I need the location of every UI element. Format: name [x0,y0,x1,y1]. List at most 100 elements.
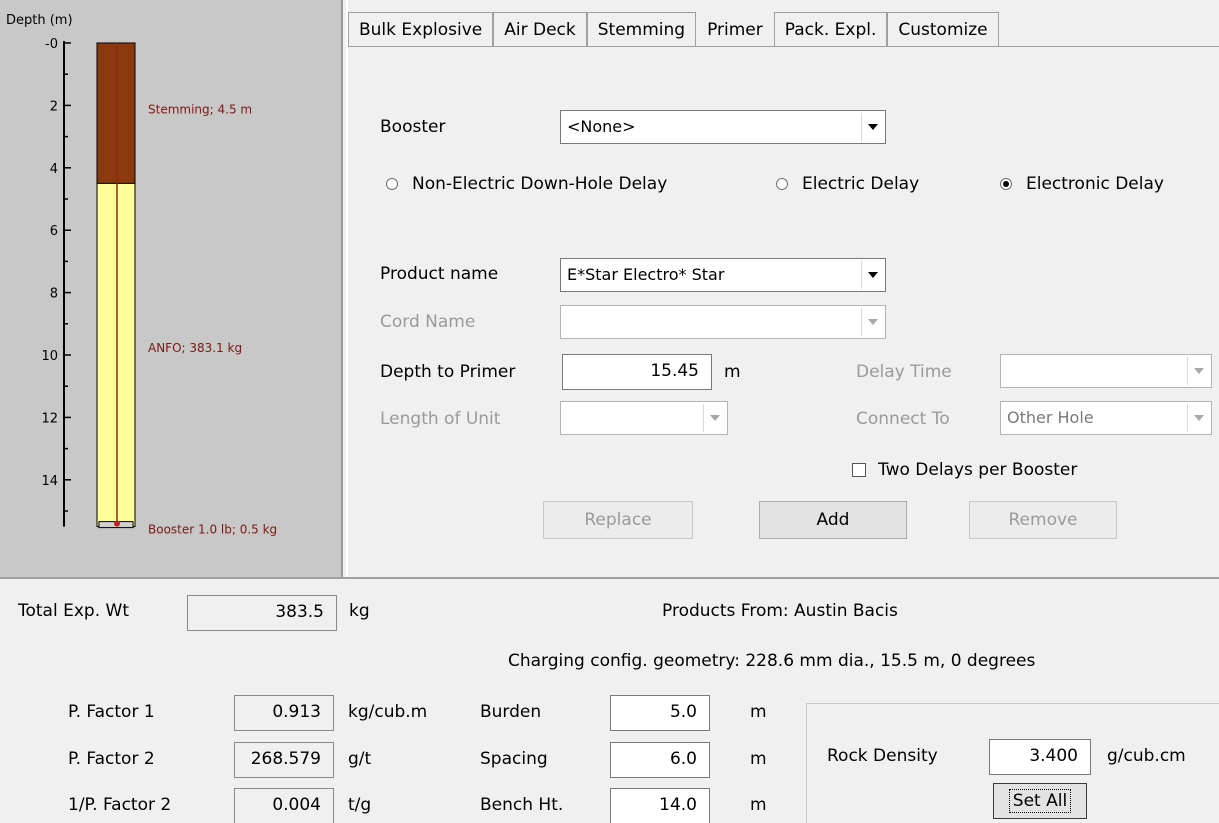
booster-select[interactable]: <None> [560,110,886,144]
radio-dot-icon [386,178,398,190]
chevron-down-icon[interactable] [861,261,883,289]
connect-to-select[interactable]: Other Hole [1000,401,1212,435]
bench-height-label: Bench Ht. [480,795,564,815]
product-name-label: Product name [380,264,499,284]
chevron-down-icon [861,308,883,336]
burden-label: Burden [480,702,542,722]
tab-customize[interactable]: Customize [887,12,999,46]
layer-label-stemming: Stemming; 4.5 m [148,102,252,116]
total-exp-wt-unit: kg [349,601,370,621]
delay-time-label: Delay Time [856,362,952,382]
cord-name-select[interactable] [560,305,886,339]
product-name-value: E*Star Electro* Star [567,265,725,284]
p-factor-2-value: 268.579 [234,742,334,778]
length-of-unit-select[interactable] [560,401,728,435]
chevron-down-icon [1187,357,1209,385]
tab-strip: Bulk Explosive Air Deck Stemming Primer Pack… [348,12,999,46]
replace-button-label: Replace [584,510,652,530]
summary-panel: Total Exp. Wt 383.5 kg Products From: Au… [0,577,1219,823]
cord-name-label: Cord Name [380,312,476,332]
rock-density-unit: g/cub.cm [1107,746,1186,766]
tab-primer[interactable]: Primer [696,12,774,46]
two-delays-label: Two Delays per Booster [878,460,1078,480]
primer-tab-page: Booster <None> Non-Electric Down-Hole De… [348,46,1219,577]
bench-height-input[interactable]: 14.0 [610,788,710,823]
total-exp-wt-value: 383.5 [187,595,337,631]
depth-axis: -0 2 4 6 8 10 12 14 [41,37,71,527]
p-factor-1-label: P. Factor 1 [68,702,155,722]
layer-labels: Stemming; 4.5 m ANFO; 383.1 kg Booster 1.0… [148,102,277,536]
inv-p-factor-2-value: 0.004 [234,788,334,823]
primer-marker [114,520,120,527]
radio-electric[interactable]: Electric Delay [776,174,919,194]
remove-button[interactable]: Remove [969,501,1117,539]
connect-to-label: Connect To [856,409,950,429]
tab-control: Bulk Explosive Air Deck Stemming Primer Pack… [346,0,1219,577]
remove-button-label: Remove [1008,510,1078,530]
inv-p-factor-2-label: 1/P. Factor 2 [68,795,172,815]
tab-bulk-explosive[interactable]: Bulk Explosive [348,12,494,46]
spacing-input[interactable]: 6.0 [610,742,710,778]
radio-electric-label: Electric Delay [802,174,920,194]
booster-label: Booster 1.0 lb; 0.5 kg [148,523,277,537]
layer-label-anfo: ANFO; 383.1 kg [148,341,242,355]
depth-tick-label: 14 [41,474,58,489]
set-all-button-label: Set All [1008,789,1072,813]
depth-tick-label: 2 [50,99,58,114]
tab-stemming[interactable]: Stemming [586,12,697,46]
charging-geometry-text: Charging config. geometry: 228.6 mm dia.… [508,651,1036,671]
radio-dot-icon [776,178,788,190]
length-of-unit-label: Length of Unit [380,409,501,429]
depth-to-primer-label: Depth to Primer [380,362,516,382]
charge-column-chart: Depth (m) -0 2 4 6 8 10 12 14 Stemming; 4.5 m AN… [0,0,343,577]
product-name-select[interactable]: E*Star Electro* Star [560,258,886,292]
layer-stemming [96,42,136,184]
booster-select-value: <None> [567,117,636,136]
radio-electronic-label: Electronic Delay [1026,174,1164,194]
spacing-unit: m [750,749,767,769]
total-exp-wt-label: Total Exp. Wt [18,601,129,621]
p-factor-1-value: 0.913 [234,695,334,731]
burden-input[interactable]: 5.0 [610,695,710,731]
connect-to-value: Other Hole [1007,408,1094,427]
chevron-down-icon [703,404,725,432]
depth-tick-label: 12 [41,411,58,426]
depth-tick-label: 10 [41,349,58,364]
p-factor-1-unit: kg/cub.m [348,702,428,722]
depth-axis-title: Depth (m) [6,13,73,28]
depth-tick-label: -0 [45,37,58,52]
spacing-label: Spacing [480,749,548,769]
bench-height-unit: m [750,795,767,815]
radio-nonelectric[interactable]: Non-Electric Down-Hole Delay [386,174,667,194]
two-delays-checkbox[interactable]: Two Delays per Booster [852,460,1077,480]
p-factor-2-label: P. Factor 2 [68,749,155,769]
depth-tick-label: 4 [50,162,58,177]
products-from-text: Products From: Austin Bacis [662,601,898,621]
rock-density-input[interactable]: 3.400 [989,739,1091,775]
chevron-down-icon [1187,404,1209,432]
rock-density-group: Rock Density 3.400 g/cub.cm Set All [806,703,1219,823]
burden-unit: m [750,702,767,722]
charge-column-svg: Depth (m) -0 2 4 6 8 10 12 14 Stemming; 4.5 m AN… [6,13,277,537]
add-button-label: Add [816,510,850,530]
layer-anfo [96,182,136,528]
depth-unit: m [724,362,741,382]
depth-tick-label: 6 [50,224,58,239]
p-factor-2-unit: g/t [348,749,372,769]
replace-button[interactable]: Replace [543,501,693,539]
depth-to-primer-input[interactable]: 15.45 [562,354,712,390]
rock-density-label: Rock Density [827,746,938,766]
radio-dot-icon [1000,178,1012,190]
tab-pack-expl[interactable]: Pack. Expl. [773,12,888,46]
add-button[interactable]: Add [759,501,907,539]
radio-electronic[interactable]: Electronic Delay [1000,174,1164,194]
depth-tick-label: 8 [50,287,58,302]
set-all-button[interactable]: Set All [993,783,1087,819]
chevron-down-icon[interactable] [861,113,883,141]
delay-time-select[interactable] [1000,354,1212,388]
booster-label: Booster [380,117,446,137]
tab-air-deck[interactable]: Air Deck [493,12,587,46]
checkbox-icon [852,463,866,477]
hole-column [96,42,136,529]
radio-nonelectric-label: Non-Electric Down-Hole Delay [412,174,668,194]
